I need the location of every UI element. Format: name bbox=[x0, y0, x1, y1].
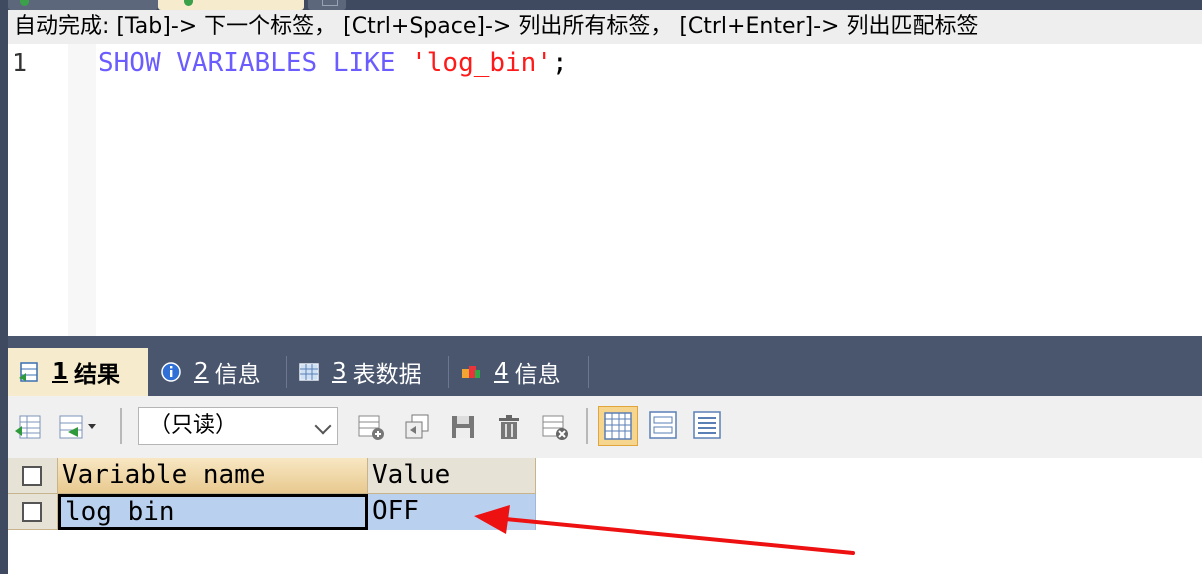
tab-info-number: 4 bbox=[494, 359, 509, 385]
semicolon: ; bbox=[552, 48, 568, 78]
tab-result[interactable]: 1 结果 bbox=[8, 348, 148, 396]
query-tab-1[interactable] bbox=[8, 0, 158, 10]
new-tab-button[interactable] bbox=[308, 0, 346, 10]
chevron-down-icon bbox=[314, 417, 332, 435]
tab-info-label: 信息 bbox=[514, 362, 561, 388]
query-tab-icon bbox=[20, 0, 29, 6]
copy-grid-dropdown-icon[interactable] bbox=[56, 412, 100, 442]
pane-splitter[interactable] bbox=[8, 336, 1202, 348]
line-number: 1 bbox=[12, 48, 28, 77]
column-header-value[interactable]: Value bbox=[368, 458, 536, 494]
cell-variable-name[interactable]: log bin bbox=[58, 494, 368, 530]
tab-divider bbox=[588, 356, 589, 388]
save-icon[interactable] bbox=[448, 412, 478, 442]
query-tab-strip bbox=[0, 0, 1202, 10]
grid-view-button[interactable] bbox=[598, 406, 638, 446]
new-tab-icon bbox=[322, 0, 338, 6]
tab-table-data-label: 表数据 bbox=[352, 362, 422, 388]
sql-code-line[interactable]: SHOW VARIABLES LIKE 'log_bin'; bbox=[98, 48, 568, 78]
tab-messages-number: 2 bbox=[194, 359, 209, 385]
result-grid[interactable]: Variable name Value log bin OFF bbox=[8, 458, 1202, 574]
info-icon bbox=[160, 361, 182, 383]
info-blocks-icon bbox=[460, 361, 482, 383]
tab-table-data[interactable]: 3 表数据 bbox=[288, 348, 446, 396]
toolbar-divider bbox=[586, 408, 588, 444]
text-view-button[interactable] bbox=[688, 406, 728, 446]
select-all-cell[interactable] bbox=[8, 458, 58, 494]
delete-icon[interactable] bbox=[494, 412, 524, 442]
tab-messages[interactable]: 2 信息 bbox=[150, 348, 284, 396]
keyword-variables: VARIABLES bbox=[176, 48, 318, 78]
string-literal: 'log_bin' bbox=[411, 48, 552, 78]
select-all-checkbox[interactable] bbox=[22, 466, 42, 486]
toolbar-divider bbox=[120, 408, 122, 444]
read-only-mode-select[interactable]: （只读） bbox=[138, 407, 338, 445]
cancel-changes-icon[interactable] bbox=[540, 412, 570, 442]
result-toolbar: （只读） bbox=[8, 396, 1202, 458]
tab-messages-label: 信息 bbox=[214, 362, 261, 388]
tab-info[interactable]: 4 信息 bbox=[450, 348, 588, 396]
query-tab-active[interactable] bbox=[158, 0, 304, 10]
tab-result-number: 1 bbox=[52, 359, 69, 385]
tab-divider bbox=[448, 356, 449, 388]
line-number-gutter: 1 bbox=[8, 44, 68, 336]
row-select-cell[interactable] bbox=[8, 494, 58, 530]
mode-select-value: （只读） bbox=[149, 413, 238, 438]
cell-value[interactable]: OFF bbox=[368, 494, 536, 530]
tab-divider bbox=[286, 356, 287, 388]
autocomplete-hint: 自动完成: [Tab]-> 下一个标签， [Ctrl+Space]-> 列出所有… bbox=[8, 10, 1202, 44]
keyword-like: LIKE bbox=[332, 48, 396, 78]
column-header-variable-name[interactable]: Variable name bbox=[58, 458, 368, 494]
export-grid-icon[interactable] bbox=[14, 412, 44, 442]
form-view-button[interactable] bbox=[644, 406, 684, 446]
tab-table-data-number: 3 bbox=[332, 359, 347, 385]
insert-row-icon[interactable] bbox=[356, 412, 386, 442]
fold-margin bbox=[68, 44, 96, 336]
query-tab-icon bbox=[184, 0, 193, 6]
row-checkbox[interactable] bbox=[22, 502, 42, 522]
left-frame-edge bbox=[0, 0, 8, 574]
result-grid-icon bbox=[18, 361, 40, 383]
table-data-icon bbox=[298, 361, 320, 383]
keyword-show: SHOW bbox=[98, 48, 161, 78]
duplicate-row-icon[interactable] bbox=[402, 412, 432, 442]
result-tabs: 1 结果 2 信息 3 表数据 4 信息 bbox=[8, 348, 1202, 396]
sql-editor[interactable]: 1 SHOW VARIABLES LIKE 'log_bin'; bbox=[8, 44, 1202, 336]
tab-result-label: 结果 bbox=[74, 362, 121, 388]
